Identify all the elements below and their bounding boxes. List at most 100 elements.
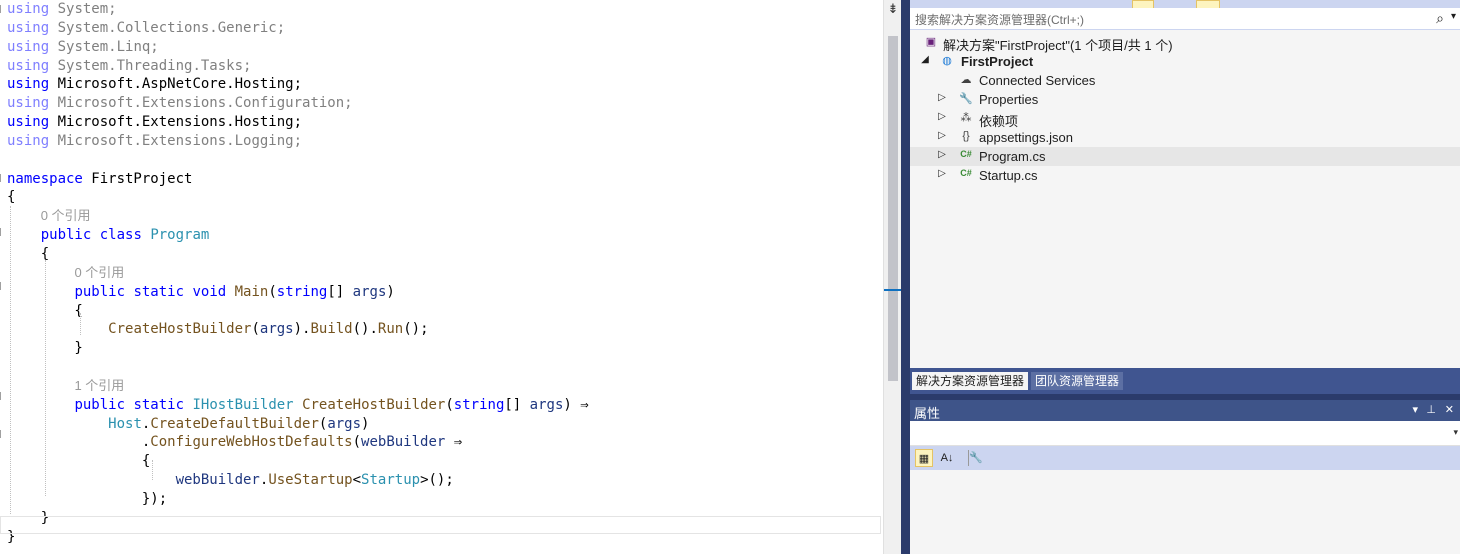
codelens-reference-count[interactable]: 0 个引用 [7, 207, 589, 226]
code-token: Startup [361, 472, 421, 489]
categorized-icon[interactable]: ▦ [915, 449, 933, 467]
fold-marker[interactable] [0, 5, 5, 13]
code-token: public [74, 283, 126, 300]
pin-icon[interactable]: ⊥ [1426, 403, 1436, 416]
scrollbar-thumb[interactable] [888, 36, 898, 381]
object-selector-combo[interactable]: ▾ [910, 421, 1460, 446]
current-line-highlight [0, 516, 881, 534]
code-token: class [99, 227, 142, 244]
code-token: { [7, 245, 50, 262]
split-editor-icon[interactable]: ⇟ [885, 0, 901, 18]
tree-item[interactable]: ▷ 🔧 Properties [910, 90, 1460, 109]
code-text[interactable]: using System; using System.Collections.Ge… [7, 0, 589, 546]
code-line: public static void Main(string[] args) [7, 283, 589, 302]
code-token: System; [49, 1, 117, 17]
tree-item[interactable]: ▷ C# Program.cs [910, 147, 1460, 166]
tree-item[interactable]: ▷ ⁂ 依赖项 [910, 109, 1460, 129]
fold-marker[interactable] [0, 228, 5, 236]
code-line: using System.Collections.Generic; [7, 19, 589, 38]
search-input-placeholder[interactable]: 搜索解决方案资源管理器(Ctrl+;) [915, 11, 1084, 28]
code-token: args [327, 415, 362, 432]
solution-search-box[interactable]: 搜索解决方案资源管理器(Ctrl+;) ⌕ ▾ [910, 8, 1460, 30]
search-options-dropdown-icon[interactable]: ▾ [1451, 11, 1456, 22]
code-token: void [192, 283, 227, 300]
tab-team-explorer[interactable]: 团队资源管理器 [1031, 372, 1124, 390]
tree-item[interactable]: ▣ 解决方案"FirstProject"(1 个项目/共 1 个) [910, 33, 1460, 53]
fold-marker[interactable] [0, 430, 5, 438]
tree-item[interactable]: ▷ {} appsettings.json [910, 128, 1460, 147]
codelens-reference-count[interactable]: 0 个引用 [7, 264, 589, 283]
dependencies-icon: ⁂ [960, 112, 972, 124]
code-token: Microsoft.AspNetCore.Hosting; [49, 76, 303, 93]
code-line: public class Program [7, 226, 589, 245]
tree-item[interactable]: ▷ C# Startup.cs [910, 166, 1460, 185]
web-project-icon: ◍ [942, 55, 952, 67]
expand-arrow-icon[interactable]: ▷ [937, 92, 947, 103]
properties-icon: 🔧 [959, 93, 973, 105]
property-pages-wrench-icon[interactable]: 🔧 [967, 449, 985, 467]
code-editor[interactable]: using System; using System.Collections.Ge… [0, 0, 883, 554]
tree-item[interactable]: ◢ ◍ FirstProject [910, 52, 1460, 71]
code-line: { [7, 188, 589, 207]
code-token: . [7, 434, 151, 451]
codelens-label[interactable]: 1 个引用 [74, 378, 124, 393]
code-token: CreateHostBuilder [302, 396, 446, 413]
code-token: using [7, 38, 50, 55]
alphabetical-sort-icon[interactable]: A↓ [938, 449, 956, 467]
expand-arrow-icon[interactable]: ▷ [937, 149, 947, 160]
codelens-label[interactable]: 0 个引用 [74, 265, 124, 280]
code-token: static [133, 396, 185, 413]
chevron-down-icon[interactable]: ▾ [1453, 427, 1458, 438]
codelens-label[interactable]: 0 个引用 [41, 208, 91, 223]
code-token: using [7, 1, 50, 17]
indent-guide [80, 313, 81, 335]
code-line: using System; [7, 0, 589, 19]
csharp-file-icon: C# [960, 149, 972, 159]
solution-icon: ▣ [925, 36, 937, 48]
expand-arrow-icon[interactable]: ▷ [937, 111, 947, 122]
tree-item-label: Startup.cs [979, 168, 1038, 183]
code-token: UseStartup [268, 472, 353, 489]
code-token: static [133, 283, 185, 300]
fold-marker[interactable] [0, 174, 5, 182]
properties-panel: 属性 ▾ ⊥ ✕ ▾ ▦ A↓ 🔧 [910, 400, 1460, 554]
expanded-arrow-icon[interactable]: ◢ [920, 54, 930, 65]
code-line: using Microsoft.Extensions.Configuration… [7, 94, 589, 113]
indent-guide [152, 460, 153, 480]
code-line: Host.CreateDefaultBuilder(args) [7, 415, 589, 434]
tree-item[interactable]: ☁ Connected Services [910, 71, 1460, 90]
fold-marker[interactable] [0, 392, 5, 400]
panel-splitter[interactable] [901, 0, 910, 554]
code-line: { [7, 302, 589, 321]
search-icon[interactable]: ⌕ [1436, 10, 1444, 27]
code-token: System.Collections.Generic; [49, 19, 286, 36]
json-file-icon: {} [962, 130, 970, 142]
code-line: using Microsoft.AspNetCore.Hosting; [7, 75, 589, 94]
properties-toolbar: ▦ A↓ 🔧 [910, 446, 1460, 470]
editor-vertical-scrollbar[interactable]: ⇟ [883, 0, 902, 554]
expand-arrow-icon[interactable]: ▷ [937, 168, 947, 179]
code-token: CreateDefaultBuilder [150, 415, 319, 432]
code-token: webBuilder [361, 434, 446, 451]
code-token: ( [268, 283, 277, 300]
fold-marker[interactable] [0, 282, 5, 290]
code-token: [] [504, 396, 530, 413]
connected-services-icon: ☁ [960, 74, 972, 86]
window-position-dropdown-icon[interactable]: ▾ [1412, 403, 1418, 416]
tab-solution-explorer[interactable]: 解决方案资源管理器 [912, 372, 1029, 390]
code-token: Run [377, 321, 404, 338]
code-token: using [7, 132, 50, 149]
close-icon[interactable]: ✕ [1445, 403, 1454, 416]
code-token: }); [7, 490, 168, 507]
expand-arrow-icon[interactable]: ▷ [937, 130, 947, 141]
codelens-reference-count[interactable]: 1 个引用 [7, 377, 589, 396]
code-line: .ConfigureWebHostDefaults(webBuilder ⇒ [7, 433, 589, 452]
